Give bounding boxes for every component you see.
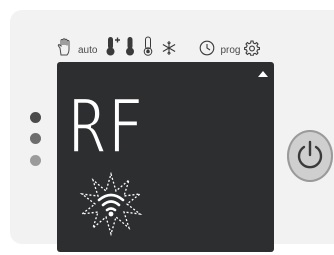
indicator-led-1 — [30, 112, 41, 123]
indicator-led-3 — [30, 155, 41, 166]
lcd-screen: RF — [57, 62, 274, 252]
mode-bar: auto prog — [57, 32, 261, 56]
clock-icon — [199, 40, 215, 56]
thermometer-plus-icon — [105, 36, 121, 56]
gear-icon[interactable] — [244, 40, 261, 56]
thermometer-empty-icon — [143, 36, 153, 56]
prog-label: prog — [220, 45, 241, 56]
display-code: RF — [68, 83, 146, 172]
wifi-icon — [79, 171, 143, 237]
indicator-led-2 — [30, 133, 41, 144]
power-button[interactable] — [287, 130, 333, 182]
hand-icon — [57, 38, 73, 56]
power-icon — [297, 140, 323, 169]
up-arrow-icon[interactable] — [258, 71, 268, 77]
snowflake-icon — [161, 40, 177, 56]
thermometer-full-icon — [125, 36, 135, 56]
auto-label: auto — [78, 45, 98, 56]
